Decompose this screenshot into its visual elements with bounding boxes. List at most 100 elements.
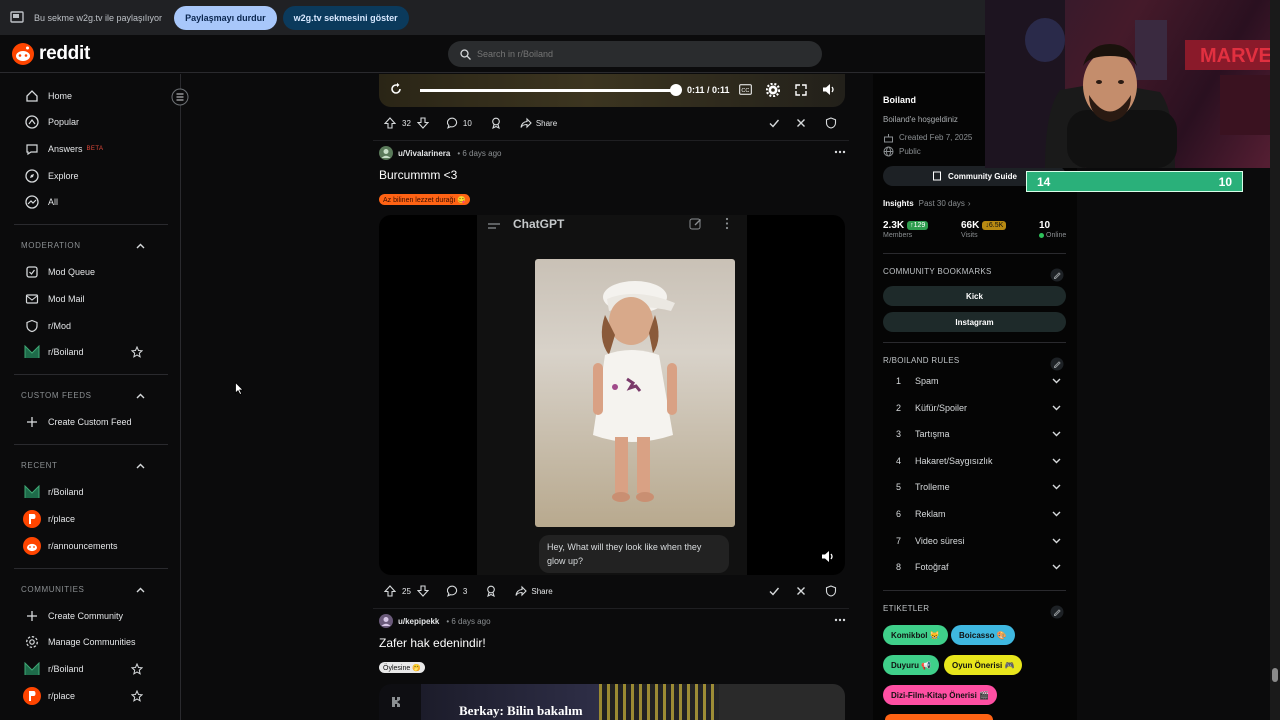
award-button[interactable] (485, 112, 507, 134)
custom-feeds-section-header[interactable]: CUSTOM FEEDS (21, 391, 145, 400)
star-icon[interactable] (131, 346, 143, 358)
sidebar-item-home[interactable]: Home (15, 83, 165, 109)
tag-komikbol[interactable]: Komikbol 😹 (883, 625, 948, 645)
downvote-icon[interactable] (416, 585, 429, 597)
rule-number: 7 (896, 535, 902, 546)
post-author[interactable]: u/kepipekk (398, 617, 439, 626)
edit-tags-icon[interactable] (1050, 605, 1064, 619)
downvote-icon[interactable] (416, 117, 429, 129)
share-button[interactable]: Share (515, 112, 562, 134)
sidebar-item-all[interactable]: All (15, 189, 165, 215)
post-video[interactable]: ChatGPT Hey, What will they look like wh… (379, 215, 845, 575)
remove-x-icon[interactable] (795, 585, 807, 597)
tag-dizi-film-kitap[interactable]: Dizi-Film-Kitap Önerisi 🎬 (883, 685, 997, 705)
sidebar-item-r-mod[interactable]: r/Mod (15, 313, 165, 339)
boiland-community-icon (23, 343, 41, 361)
communities-section-header[interactable]: COMMUNITIES (21, 585, 145, 594)
manage-communities-button[interactable]: Manage Communities (15, 629, 165, 655)
user-avatar[interactable] (379, 146, 393, 160)
settings-gear-icon[interactable] (766, 83, 780, 97)
video-progress-handle[interactable] (670, 84, 682, 96)
plus-icon (23, 413, 41, 431)
approve-check-icon[interactable] (768, 585, 780, 597)
replay-icon[interactable] (389, 82, 403, 96)
tag-duyuru[interactable]: Duyuru 📢 (883, 655, 940, 675)
rule-item[interactable]: 7 Video süresi (896, 528, 1061, 554)
post-title[interactable]: Zafer hak edenindir! (379, 636, 486, 650)
sidebar-item-label: r/Boiland (48, 487, 84, 497)
sidebar-item-popular[interactable]: Popular (15, 109, 165, 135)
rule-label: Spam (915, 376, 939, 386)
share-button[interactable]: Share (510, 580, 557, 602)
approve-check-icon[interactable] (768, 117, 780, 129)
sidebar-item-answers[interactable]: Answers BETA (15, 136, 165, 162)
page-scrollbar[interactable] (1270, 0, 1280, 720)
rule-item[interactable]: 2 Küfür/Spoiler (896, 395, 1061, 421)
sidebar-item-recent-place[interactable]: r/place (15, 506, 165, 532)
bookmark-instagram[interactable]: Instagram (883, 312, 1066, 332)
post-separator (373, 140, 849, 141)
collapse-sidebar-icon[interactable] (171, 88, 189, 106)
sidebar-item-boiland-mod[interactable]: r/Boiland (15, 339, 165, 365)
show-tab-button[interactable]: w2g.tv sekmesini göster (282, 5, 409, 30)
post-author[interactable]: u/Vivalarinera (398, 149, 450, 158)
recent-section-header[interactable]: RECENT (21, 461, 145, 470)
star-icon[interactable] (131, 690, 143, 702)
tag-oyun-onerisi[interactable]: Oyun Önerisi 🎮 (944, 655, 1023, 675)
upvote-count: 32 (402, 118, 411, 128)
rule-item[interactable]: 6 Reklam (896, 501, 1061, 527)
share-label: Share (535, 118, 558, 128)
sidebar-item-mod-queue[interactable]: Mod Queue (15, 259, 165, 285)
volume-icon[interactable] (822, 83, 836, 96)
insights-header[interactable]: Insights Past 30 days › (883, 199, 971, 208)
visibility-label: Public (899, 147, 921, 156)
sidebar-item-recent-announcements[interactable]: r/announcements (15, 533, 165, 559)
moderation-section-header[interactable]: MODERATION (21, 241, 145, 250)
captions-icon[interactable]: CC (739, 84, 752, 95)
video-progress-bar[interactable] (420, 89, 676, 92)
mod-shield-icon[interactable] (825, 585, 837, 597)
rule-item[interactable]: 5 Trolleme (896, 474, 1061, 500)
more-options-icon[interactable] (834, 614, 846, 626)
remove-x-icon[interactable] (795, 117, 807, 129)
rule-item[interactable]: 4 Hakaret/Saygısızlık (896, 448, 1061, 474)
star-icon[interactable] (131, 663, 143, 675)
user-avatar[interactable] (379, 614, 393, 628)
reddit-logo[interactable]: reddit (12, 43, 90, 65)
search-input[interactable] (477, 49, 777, 59)
bookmark-kick[interactable]: Kick (883, 286, 1066, 306)
fullscreen-icon[interactable] (795, 84, 807, 96)
sidebar-divider (14, 224, 168, 225)
community-created: Created Feb 7, 2025 (883, 132, 972, 143)
sidebar-item-mod-mail[interactable]: Mod Mail (15, 286, 165, 312)
online-value: 10 (1039, 220, 1051, 231)
comments-button[interactable]: 10 (442, 112, 477, 134)
edit-bookmarks-icon[interactable] (1050, 268, 1064, 282)
sidebar-item-explore[interactable]: Explore (15, 163, 165, 189)
post-flair[interactable]: Az bilinen lezzet durağı 😋 (379, 194, 471, 205)
rule-item[interactable]: 3 Tartışma (896, 421, 1061, 447)
insights-label: Insights (883, 199, 914, 208)
search-bar[interactable] (448, 41, 822, 67)
rule-item[interactable]: 8 Fotoğraf (896, 554, 1061, 580)
stop-sharing-button[interactable]: Paylaşmayı durdur (174, 5, 277, 30)
upvote-icon[interactable] (384, 585, 396, 597)
rule-item[interactable]: 1 Spam (896, 368, 1061, 394)
post-preview[interactable]: Berkay: Bilin bakalım (379, 684, 845, 720)
more-options-icon[interactable] (834, 146, 846, 158)
post-flair[interactable]: Öylesine 🤭 (379, 662, 425, 673)
sidebar-item-community-place[interactable]: r/place (15, 683, 165, 709)
upvote-icon[interactable] (384, 117, 396, 129)
create-community-button[interactable]: Create Community (15, 603, 165, 629)
create-custom-feed-button[interactable]: Create Custom Feed (15, 409, 165, 435)
sidebar-item-community-boiland[interactable]: r/Boiland (15, 656, 165, 682)
post-title[interactable]: Burcummm <3 (379, 168, 457, 182)
award-button[interactable] (480, 580, 502, 602)
tag-boicasso[interactable]: Boicasso 🎨 (951, 625, 1015, 645)
volume-icon[interactable] (821, 550, 835, 563)
scrollbar-thumb[interactable] (1272, 668, 1278, 682)
members-label: Members (883, 232, 913, 239)
mod-shield-icon[interactable] (825, 117, 837, 129)
comments-button[interactable]: 3 (442, 580, 472, 602)
sidebar-item-recent-boiland[interactable]: r/Boiland (15, 479, 165, 505)
